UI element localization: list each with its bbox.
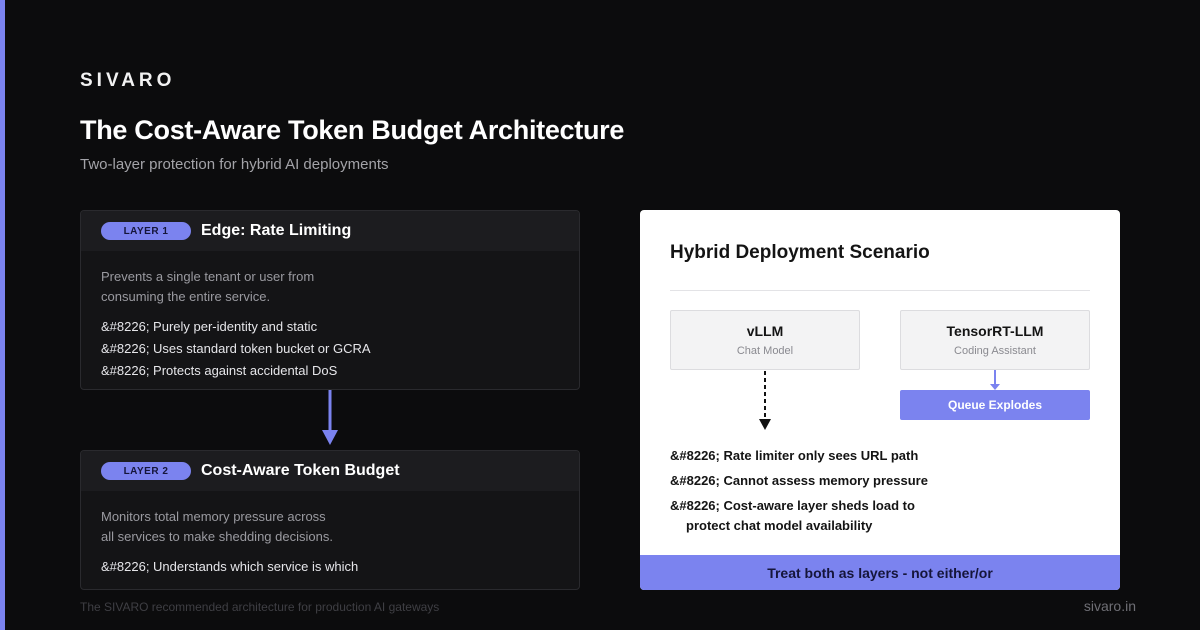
service-role: Coding Assistant — [954, 345, 1036, 357]
scenario-bullets: &#8226; Rate limiter only sees URL path … — [670, 446, 1090, 536]
scenario-panel: Hybrid Deployment Scenario vLLM Chat Mod… — [640, 210, 1120, 590]
scenario-bullet: &#8226; Cost-aware layer sheds load to — [670, 498, 915, 513]
layer-1-bullet: &#8226; Uses standard token bucket or GC… — [101, 341, 371, 356]
layer-2-bullets: &#8226; Understands which service is whi… — [101, 556, 559, 578]
layer-1-body: Prevents a single tenant or user from co… — [81, 251, 579, 382]
queue-connector-arrow-icon — [990, 370, 1000, 390]
scenario-footer-banner: Treat both as layers - not either/or — [640, 555, 1120, 590]
brand-logo: SIVARO — [80, 70, 176, 91]
footnote: The SIVARO recommended architecture for … — [80, 600, 440, 614]
layer-2-body: Monitors total memory pressure across al… — [81, 491, 579, 578]
service-box-tensorrt: TensorRT-LLM Coding Assistant — [900, 310, 1090, 370]
layer-2-bullet: &#8226; Understands which service is whi… — [101, 559, 359, 574]
service-name: TensorRT-LLM — [946, 323, 1044, 339]
queue-explodes-label: Queue Explodes — [900, 390, 1090, 420]
scenario-title: Hybrid Deployment Scenario — [670, 242, 930, 263]
layer-1-name: Edge: Rate Limiting — [201, 222, 352, 239]
layer-1-header: LAYER 1 Edge: Rate Limiting — [81, 211, 579, 251]
layer-2-badge: LAYER 2 — [101, 462, 191, 480]
scenario-bullet-continuation: protect chat model availability — [686, 518, 873, 533]
page-title: The Cost-Aware Token Budget Architecture — [80, 115, 625, 145]
service-name: vLLM — [746, 323, 784, 339]
layer-2-card: LAYER 2 Cost-Aware Token Budget Monitors… — [80, 450, 580, 590]
layer-connector-arrow-icon — [322, 390, 338, 445]
site-url: sivaro.in — [1083, 598, 1136, 614]
dashed-arrow-icon — [759, 371, 771, 430]
scenario-bullet: &#8226; Cannot assess memory pressure — [670, 473, 928, 488]
layer-1-description: Prevents a single tenant or user from co… — [101, 269, 315, 304]
layer-1-bullets: &#8226; Purely per-identity and static &… — [101, 316, 559, 382]
layer-2-header: LAYER 2 Cost-Aware Token Budget — [81, 451, 579, 491]
scenario-bullet: &#8226; Rate limiter only sees URL path — [670, 448, 919, 463]
layer-1-card: LAYER 1 Edge: Rate Limiting Prevents a s… — [80, 210, 580, 390]
layer-2-description: Monitors total memory pressure across al… — [101, 509, 333, 544]
page-subtitle: Two-layer protection for hybrid AI deplo… — [80, 156, 389, 173]
layer-1-badge: LAYER 1 — [101, 222, 191, 240]
layer-2-name: Cost-Aware Token Budget — [201, 462, 400, 479]
layer-1-bullet: &#8226; Protects against accidental DoS — [101, 363, 338, 378]
left-accent-bar — [0, 0, 5, 630]
layer-1-bullet: &#8226; Purely per-identity and static — [101, 319, 318, 334]
service-box-vllm: vLLM Chat Model — [670, 310, 860, 370]
scenario-divider — [670, 290, 1090, 291]
service-role: Chat Model — [736, 345, 794, 357]
